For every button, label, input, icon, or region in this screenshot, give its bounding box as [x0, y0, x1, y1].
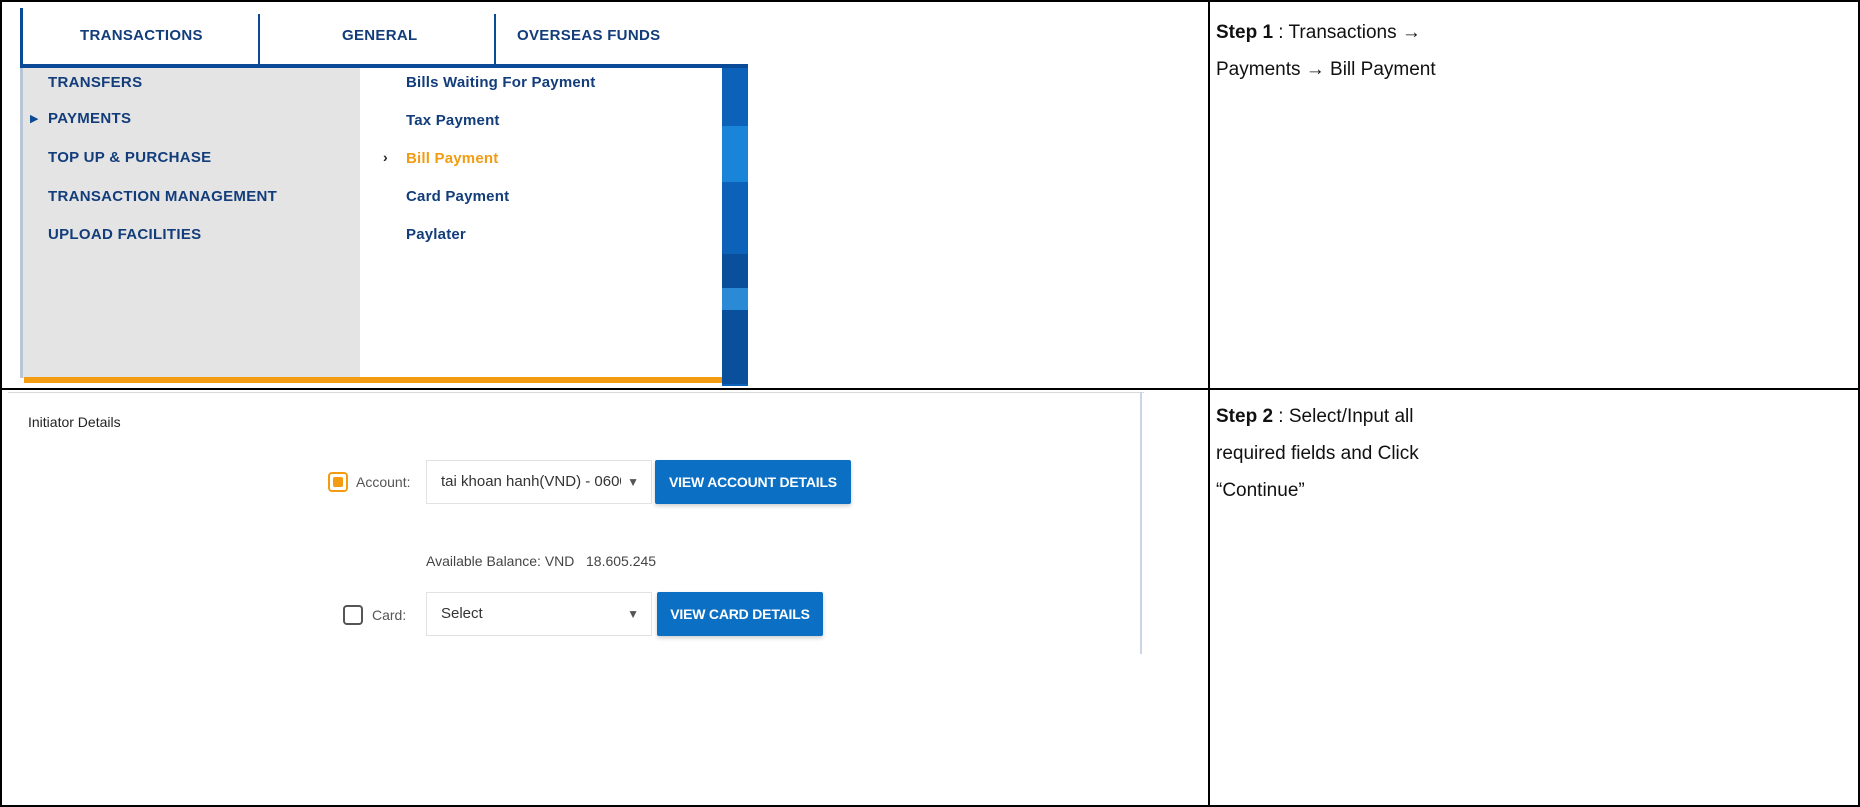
card-checkbox[interactable] [343, 605, 363, 625]
step1-label: Step 1 [1216, 22, 1274, 43]
menu-accent-bar [24, 377, 722, 383]
submenu-item-card-payment[interactable]: Card Payment [406, 188, 509, 205]
background-banner-band [722, 254, 748, 384]
submenu-item-tax-payment[interactable]: Tax Payment [406, 112, 500, 129]
tab-left-bar [20, 8, 23, 64]
step2-text-line2: required fields and Click [1216, 443, 1419, 464]
background-banner-band [722, 288, 748, 310]
table-border-top [0, 0, 1860, 2]
account-checkbox[interactable] [328, 472, 348, 492]
table-border-divider [1208, 0, 1210, 807]
step2-label: Step 2 [1216, 406, 1274, 427]
card-label: Card: [372, 607, 407, 623]
view-account-details-button[interactable]: VIEW ACCOUNT DETAILS [655, 460, 851, 504]
card-select-value: Select [441, 605, 483, 622]
account-select-value: tai khoan hanh(VND) - 06000: [441, 473, 641, 490]
balance-label: Available Balance: VND [426, 553, 575, 569]
account-label: Account: [356, 474, 411, 490]
section-title: Initiator Details [28, 414, 121, 430]
step2-text-line3: “Continue” [1216, 480, 1305, 501]
card-select[interactable]: Select ▼ [426, 592, 652, 636]
submenu-item-paylater[interactable]: Paylater [406, 226, 466, 243]
caret-down-icon: ▼ [627, 607, 639, 621]
menu-item-transfers[interactable]: TRANSFERS [48, 74, 142, 91]
form-right-edge [1140, 392, 1142, 654]
step1-text-line2: Payments → Bill Payment [1216, 59, 1436, 80]
table-border-middle [0, 388, 1860, 390]
tab-separator [494, 14, 496, 64]
account-select[interactable]: tai khoan hanh(VND) - 06000: ▼ [426, 460, 652, 504]
table-border-left [0, 0, 2, 807]
left-edge-strip [20, 68, 23, 378]
submenu-item-bill-payment[interactable]: Bill Payment [406, 150, 498, 167]
step2-instructions: Step 2 : Select/Input all required field… [1216, 398, 1846, 509]
view-card-details-button[interactable]: VIEW CARD DETAILS [657, 592, 823, 636]
caret-right-icon: ▶ [30, 113, 39, 125]
tab-transactions[interactable]: TRANSACTIONS [80, 8, 203, 64]
step2-text-line1: : Select/Input all [1273, 406, 1414, 427]
menu-screenshot: TRANSACTIONS GENERAL OVERSEAS FUNDS TRAN… [8, 8, 748, 386]
tab-general[interactable]: GENERAL [342, 8, 417, 64]
step1-text-line1: : Transactions → [1273, 22, 1421, 43]
tab-separator [258, 14, 260, 64]
submenu-item-bills-waiting[interactable]: Bills Waiting For Payment [406, 74, 595, 91]
menu-item-top-up-purchase[interactable]: TOP UP & PURCHASE [48, 149, 211, 166]
chevron-right-icon: › [383, 149, 388, 165]
menu-item-transaction-management[interactable]: TRANSACTION MANAGEMENT [48, 188, 277, 205]
tab-overseas-funds-transfer[interactable]: OVERSEAS FUNDS TRANSFER [517, 8, 748, 100]
background-banner-band [722, 126, 748, 182]
balance-value: 18.605.245 [586, 553, 657, 569]
menu-item-upload-facilities[interactable]: UPLOAD FACILITIES [48, 226, 201, 243]
step1-instructions: Step 1 : Transactions → Payments → Bill … [1216, 14, 1846, 88]
menu-item-payments[interactable]: PAYMENTS [48, 110, 131, 127]
caret-down-icon: ▼ [621, 461, 639, 503]
